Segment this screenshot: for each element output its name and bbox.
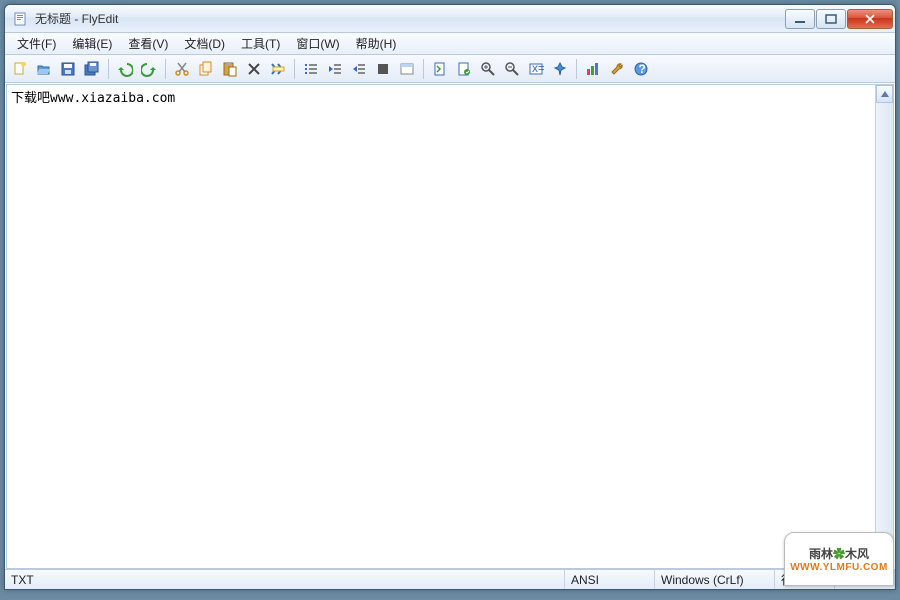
watermark-line1: 雨林✿木风 xyxy=(809,545,869,562)
statusbar: TXT ANSI Windows (CrLf) 行 1 列 20 xyxy=(5,569,895,589)
delete-button[interactable] xyxy=(243,58,265,80)
list-button[interactable] xyxy=(300,58,322,80)
menu-help[interactable]: 帮助(H) xyxy=(348,33,405,54)
menubar: 文件(F) 编辑(E) 查看(V) 文档(D) 工具(T) 窗口(W) 帮助(H… xyxy=(5,33,895,55)
open-button[interactable] xyxy=(33,58,55,80)
unindent-button[interactable] xyxy=(324,58,346,80)
watermark-badge: 雨林✿木风 WWW.YLMFU.COM xyxy=(784,532,894,586)
paste-button[interactable] xyxy=(219,58,241,80)
svg-text:?: ? xyxy=(639,62,646,76)
toolbar: x= ? xyxy=(5,55,895,83)
watermark-line2: WWW.YLMFU.COM xyxy=(790,562,888,573)
redo-button[interactable] xyxy=(138,58,160,80)
app-icon xyxy=(13,11,29,27)
vars-button[interactable]: x= xyxy=(525,58,547,80)
separator xyxy=(165,59,166,79)
status-filetype: TXT xyxy=(5,570,565,589)
vertical-scrollbar[interactable] xyxy=(875,85,893,568)
find-button[interactable] xyxy=(267,58,289,80)
editor-area: 下载吧www.xiazaiba.com xyxy=(6,84,894,569)
zoom-in-button[interactable] xyxy=(477,58,499,80)
menu-document[interactable]: 文档(D) xyxy=(176,33,233,54)
cut-button[interactable] xyxy=(171,58,193,80)
pin-button[interactable] xyxy=(549,58,571,80)
zoom-out-button[interactable] xyxy=(501,58,523,80)
separator xyxy=(423,59,424,79)
separator xyxy=(294,59,295,79)
scroll-up-button[interactable] xyxy=(876,85,893,103)
titlebar[interactable]: 无标题 - FlyEdit xyxy=(5,5,895,33)
text-editor[interactable]: 下载吧www.xiazaiba.com xyxy=(7,85,875,568)
window-button[interactable] xyxy=(396,58,418,80)
help-button[interactable]: ? xyxy=(630,58,652,80)
status-lineending: Windows (CrLf) xyxy=(655,570,775,589)
menu-view[interactable]: 查看(V) xyxy=(120,33,176,54)
script2-button[interactable] xyxy=(453,58,475,80)
minimize-button[interactable] xyxy=(785,9,815,29)
block-button[interactable] xyxy=(372,58,394,80)
separator xyxy=(108,59,109,79)
menu-edit[interactable]: 编辑(E) xyxy=(64,33,120,54)
status-encoding: ANSI xyxy=(565,570,655,589)
app-window: 无标题 - FlyEdit 文件(F) 编辑(E) 查看(V) 文档(D) 工具… xyxy=(4,4,896,590)
undo-button[interactable] xyxy=(114,58,136,80)
chart-button[interactable] xyxy=(582,58,604,80)
menu-tools[interactable]: 工具(T) xyxy=(233,33,288,54)
wrench-button[interactable] xyxy=(606,58,628,80)
maximize-button[interactable] xyxy=(816,9,846,29)
window-title: 无标题 - FlyEdit xyxy=(35,10,785,27)
save-button[interactable] xyxy=(57,58,79,80)
separator xyxy=(576,59,577,79)
new-button[interactable] xyxy=(9,58,31,80)
menu-window[interactable]: 窗口(W) xyxy=(288,33,347,54)
indent-button[interactable] xyxy=(348,58,370,80)
copy-button[interactable] xyxy=(195,58,217,80)
script1-button[interactable] xyxy=(429,58,451,80)
menu-file[interactable]: 文件(F) xyxy=(9,33,64,54)
close-button[interactable] xyxy=(847,9,893,29)
window-controls xyxy=(785,9,893,29)
svg-text:x=: x= xyxy=(532,61,544,75)
saveall-button[interactable] xyxy=(81,58,103,80)
